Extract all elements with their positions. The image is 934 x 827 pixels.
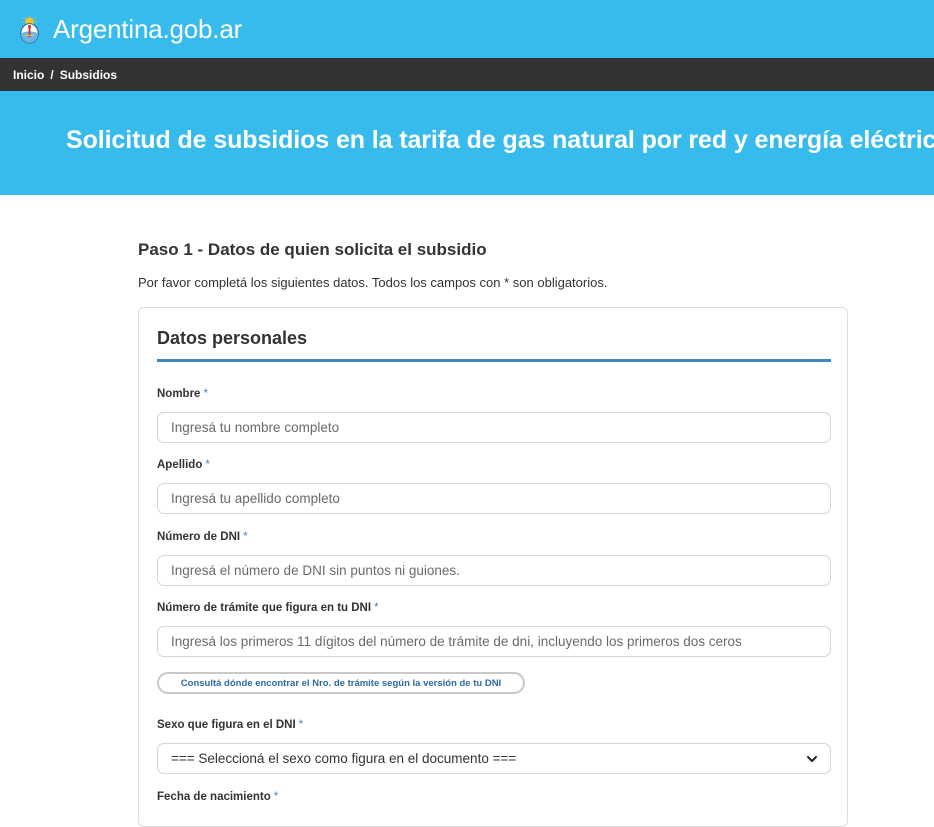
last-name-input[interactable] [157, 483, 831, 514]
breadcrumb-separator: / [50, 67, 54, 82]
dni-number-input[interactable] [157, 555, 831, 586]
breadcrumb-item-subsidios[interactable]: Subsidios [60, 68, 117, 82]
sex-label: Sexo que figura en el DNI * [157, 719, 304, 731]
tramite-number-label: Número de trámite que figura en tu DNI * [157, 602, 379, 614]
personal-data-card: Datos personales Nombre* Apellido* Númer… [138, 307, 848, 827]
dni-number-label: Número de DNI * [157, 531, 248, 543]
card-title: Datos personales [157, 328, 308, 348]
required-mark: * [298, 719, 304, 731]
hero-banner: Solicitud de subsidios en la tarifa de g… [0, 91, 934, 195]
argentina-coat-of-arms-icon [20, 14, 39, 44]
top-header: Argentina.gob.ar [0, 0, 934, 58]
sex-select-value: === Seleccioná el sexo como figura en el… [171, 751, 517, 766]
first-name-input[interactable] [157, 412, 831, 443]
chevron-down-icon [807, 756, 817, 762]
first-name-label: Nombre * [157, 388, 208, 400]
required-mark: * [205, 459, 210, 471]
required-mark: * [203, 388, 208, 400]
breadcrumb: Inicio / Subsidios [0, 58, 934, 91]
brand-name: Argentina.gob.ar [53, 13, 243, 44]
page-title: Solicitud de subsidios en la tarifa de g… [66, 126, 934, 154]
required-mark: * [273, 791, 279, 803]
step-title: Paso 1 - Datos de quien solicita el subs… [138, 240, 487, 259]
step-description: Por favor completá los siguientes datos.… [138, 275, 608, 290]
birthdate-label: Fecha de nacimiento * [157, 791, 279, 803]
tramite-number-input[interactable] [157, 626, 831, 657]
breadcrumb-item-inicio[interactable]: Inicio [13, 68, 44, 82]
sex-select[interactable]: === Seleccioná el sexo como figura en el… [157, 743, 831, 774]
home-logo-link[interactable]: Argentina.gob.ar [15, 14, 242, 45]
required-mark: * [243, 531, 248, 543]
tramite-help-button[interactable]: Consultá dónde encontrar el Nro. de trám… [157, 672, 525, 694]
card-title-divider [157, 359, 831, 362]
last-name-label: Apellido * [157, 459, 210, 471]
required-mark: * [374, 602, 379, 614]
